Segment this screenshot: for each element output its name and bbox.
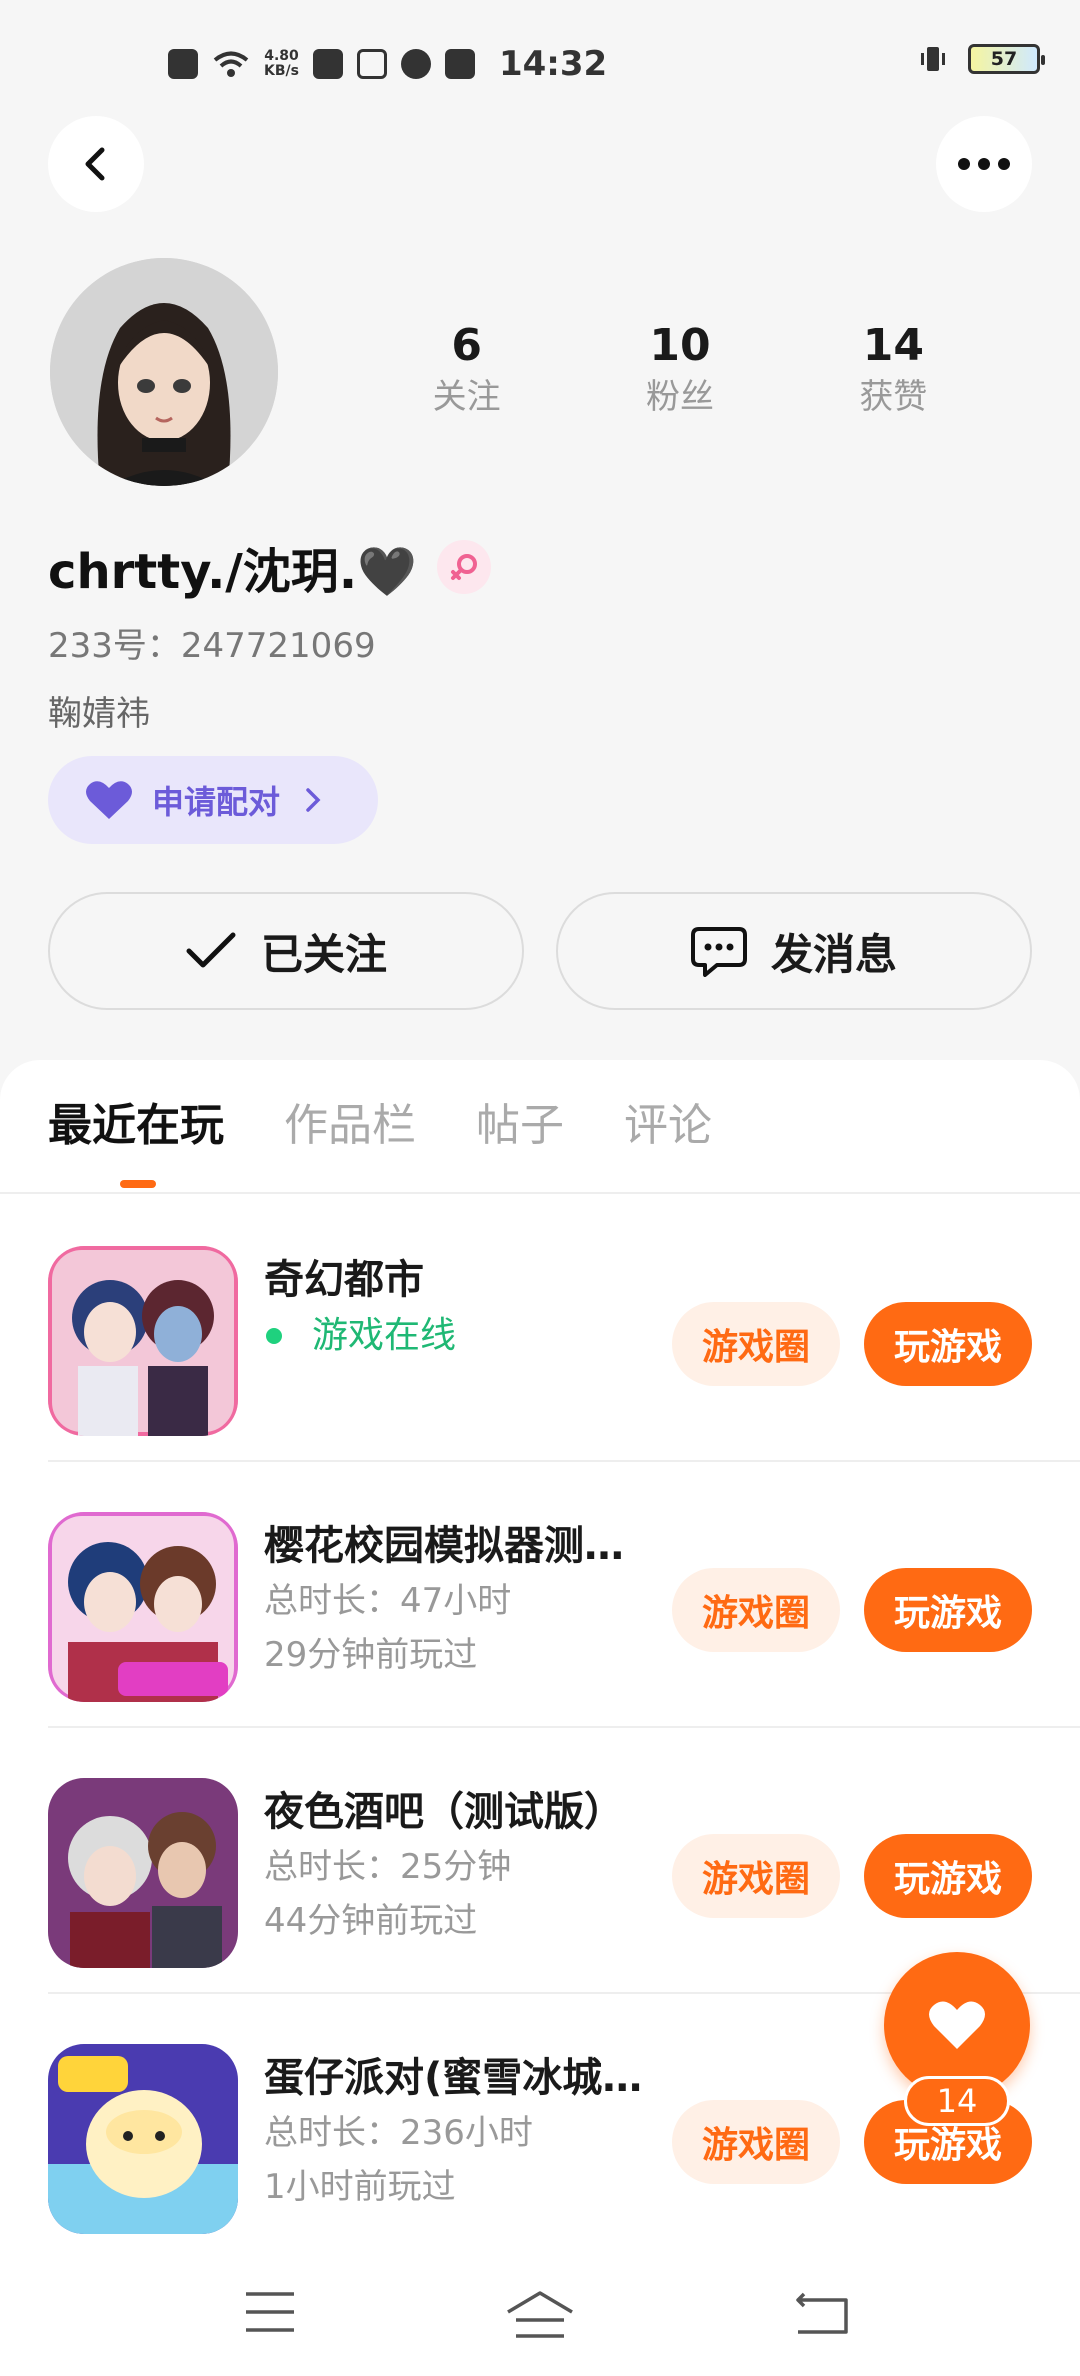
game-icon[interactable] [48, 1512, 238, 1702]
status-left: 4.80 KB/s 14:32 [168, 44, 607, 84]
stat-value: 14 [862, 320, 924, 371]
heart-icon [929, 2001, 985, 2049]
check-icon [186, 932, 236, 968]
home-icon[interactable] [504, 2290, 576, 2340]
stat-value: 6 [451, 320, 482, 371]
game-title: 夜色酒吧（测试版） [264, 1789, 624, 1835]
more-button[interactable] [936, 116, 1032, 212]
stat-followers[interactable]: 10 粉丝 [573, 318, 786, 420]
game-info: 夜色酒吧（测试版） 总时长：25分钟 44分钟前玩过 [264, 1784, 684, 1948]
username: chrtty./沈玥.🖤 [48, 544, 417, 600]
chat-bubble-icon [690, 927, 747, 977]
user-bio: 鞠婧祎 [48, 694, 150, 734]
tab-bar: 最近在玩 作品栏 帖子 评论 [48, 1096, 712, 1156]
game-row[interactable]: 夜色酒吧（测试版） 总时长：25分钟 44分钟前玩过 游戏圈 玩游戏 [48, 1728, 1080, 1994]
like-count: 14 [904, 2076, 1010, 2126]
last-played: 29分钟前玩过 [264, 1635, 478, 1675]
tab-recently-played[interactable]: 最近在玩 [48, 1096, 224, 1156]
play-duration: 总时长：236小时 [264, 2113, 533, 2153]
game-row[interactable]: 奇幻都市 游戏在线 游戏圈 玩游戏 [48, 1196, 1080, 1462]
game-circle-button[interactable]: 游戏圈 [672, 2100, 840, 2184]
user-id: 233号：247721069 [48, 626, 376, 666]
status-bar: 4.80 KB/s 14:32 57 [0, 0, 1080, 130]
online-status: 游戏在线 [264, 1308, 684, 1364]
tab-works[interactable]: 作品栏 [284, 1096, 416, 1156]
chevron-right-icon [306, 788, 321, 812]
game-info: 奇幻都市 游戏在线 [264, 1252, 684, 1364]
divider [0, 1192, 1080, 1194]
game-title: 蛋仔派对(蜜雪冰城… [264, 2055, 643, 2101]
game-circle-button[interactable]: 游戏圈 [672, 1302, 840, 1386]
back-button[interactable] [48, 116, 144, 212]
game-title: 奇幻都市 [264, 1257, 424, 1303]
stat-label: 关注 [432, 377, 501, 417]
last-played: 1小时前玩过 [264, 2167, 456, 2207]
last-played: 44分钟前玩过 [264, 1901, 478, 1941]
stat-likes[interactable]: 14 获赞 [787, 318, 1000, 420]
system-nav-bar [0, 2260, 1080, 2376]
more-dots-icon [958, 158, 1010, 170]
game-icon[interactable] [48, 2044, 238, 2234]
at-icon [400, 49, 431, 79]
stat-value: 10 [649, 320, 711, 371]
game-row[interactable]: 樱花校园模拟器测… 总时长：47小时 29分钟前玩过 游戏圈 玩游戏 [48, 1462, 1080, 1728]
pair-label: 申请配对 [152, 783, 281, 821]
menu-icon[interactable] [244, 2290, 296, 2334]
gender-badge [436, 540, 491, 594]
stat-following[interactable]: 6 关注 [360, 318, 573, 420]
back-nav-icon[interactable] [794, 2290, 850, 2336]
play-game-button[interactable]: 玩游戏 [864, 1834, 1032, 1918]
active-tab-indicator [120, 1180, 156, 1188]
game-circle-button[interactable]: 游戏圈 [672, 1834, 840, 1918]
wifi-icon [213, 51, 249, 77]
play-duration: 总时长：25分钟 [264, 1847, 512, 1887]
game-info: 蛋仔派对(蜜雪冰城… 总时长：236小时 1小时前玩过 [264, 2050, 684, 2214]
avatar[interactable] [50, 258, 278, 486]
network-speed: 4.80 KB/s [264, 48, 299, 79]
game-title: 樱花校园模拟器测… [264, 1523, 624, 1569]
username-row: chrtty./沈玥.🖤 [48, 532, 491, 602]
telegram-icon [312, 49, 343, 79]
play-duration: 总时长：47小时 [264, 1581, 512, 1621]
send-message-button[interactable]: 发消息 [556, 892, 1032, 1010]
battery-indicator: 57 [968, 44, 1045, 74]
chevron-left-icon [85, 147, 105, 181]
followed-label: 已关注 [260, 929, 387, 979]
play-game-button[interactable]: 玩游戏 [864, 1302, 1032, 1386]
notification-x-icon [168, 49, 198, 79]
female-icon [450, 554, 477, 580]
apply-pair-button[interactable]: 申请配对 [48, 756, 378, 844]
message-label: 发消息 [770, 929, 897, 979]
status-right: 57 [918, 44, 1045, 74]
game-info: 樱花校园模拟器测… 总时长：47小时 29分钟前玩过 [264, 1518, 684, 1682]
online-text: 游戏在线 [312, 1315, 457, 1356]
media-icon [444, 49, 475, 79]
game-icon[interactable] [48, 1778, 238, 1968]
tab-posts[interactable]: 帖子 [476, 1096, 564, 1156]
game-circle-button[interactable]: 游戏圈 [672, 1568, 840, 1652]
play-icon [356, 49, 387, 79]
game-icon[interactable] [48, 1246, 238, 1436]
stat-label: 获赞 [859, 377, 928, 417]
avatar-image [50, 258, 278, 486]
profile-stats: 6 关注 10 粉丝 14 获赞 [360, 318, 1000, 420]
vibrate-icon [921, 47, 945, 71]
heart-icon [86, 781, 132, 819]
followed-button[interactable]: 已关注 [48, 892, 524, 1010]
play-game-button[interactable]: 玩游戏 [864, 1568, 1032, 1652]
tab-comments[interactable]: 评论 [624, 1096, 712, 1156]
stat-label: 粉丝 [645, 377, 714, 417]
clock: 14:32 [498, 44, 608, 84]
online-dot-icon [266, 1328, 282, 1344]
